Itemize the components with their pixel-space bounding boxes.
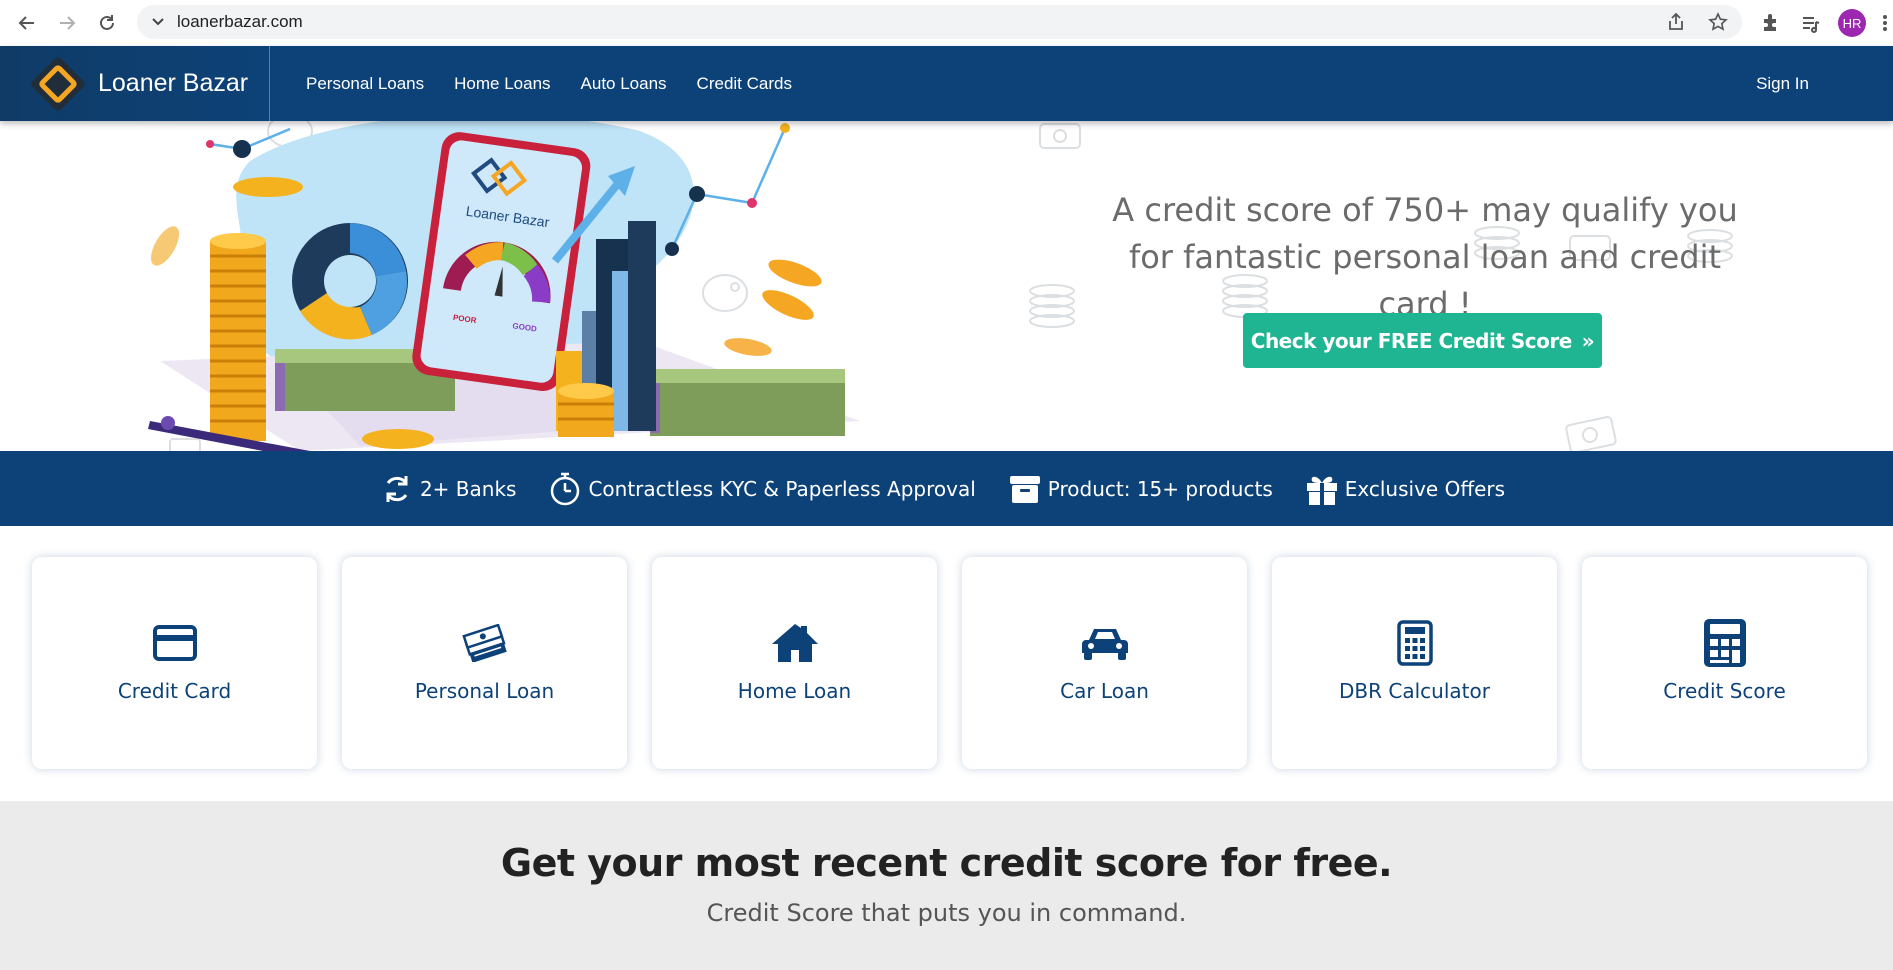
sign-in-link[interactable]: Sign In bbox=[1756, 46, 1809, 121]
card-label: Home Loan bbox=[737, 679, 852, 703]
section-subtitle: Credit Score that puts you in command. bbox=[706, 899, 1187, 927]
card-label: Car Loan bbox=[1060, 679, 1149, 703]
brand-name: Loaner Bazar bbox=[98, 69, 249, 97]
reading-list-icon[interactable] bbox=[1801, 0, 1821, 46]
extensions-icon[interactable] bbox=[1760, 0, 1780, 46]
site-info-button[interactable] bbox=[141, 5, 175, 39]
calculator-icon bbox=[1697, 615, 1753, 671]
stopwatch-icon bbox=[548, 472, 582, 506]
archive-box-icon bbox=[1008, 472, 1042, 506]
reload-button[interactable] bbox=[87, 0, 127, 46]
calculator-outline-icon bbox=[1387, 615, 1443, 671]
card-home-loan[interactable]: Home Loan bbox=[652, 557, 937, 769]
gift-icon bbox=[1305, 472, 1339, 506]
arrow-right-icon bbox=[60, 16, 76, 30]
card-dbr-calculator[interactable]: DBR Calculator bbox=[1272, 557, 1557, 769]
share-icon[interactable] bbox=[1666, 12, 1686, 32]
feature-label: 2+ Banks bbox=[419, 476, 517, 501]
double-chevron-right-icon: » bbox=[1581, 328, 1595, 353]
arrow-left-icon bbox=[18, 16, 34, 30]
nav-home-loans[interactable]: Home Loans bbox=[454, 74, 550, 94]
cta-label: Check your FREE Credit Score bbox=[1250, 328, 1573, 353]
menu-kebab-icon[interactable] bbox=[1882, 0, 1888, 46]
card-credit-score[interactable]: Credit Score bbox=[1582, 557, 1867, 769]
back-button[interactable] bbox=[7, 0, 47, 46]
credit-score-section: Get your most recent credit score for fr… bbox=[0, 801, 1893, 970]
feature-banks: 2+ Banks bbox=[380, 472, 517, 506]
card-credit-card[interactable]: Credit Card bbox=[32, 557, 317, 769]
address-bar[interactable]: loanerbazar.com bbox=[137, 5, 1742, 39]
nav-credit-cards[interactable]: Credit Cards bbox=[697, 74, 792, 94]
brand-logo-link[interactable]: Loaner Bazar bbox=[0, 46, 270, 121]
star-icon[interactable] bbox=[1708, 12, 1728, 32]
chevron-down-icon bbox=[152, 18, 164, 26]
nav-personal-loans[interactable]: Personal Loans bbox=[306, 74, 424, 94]
feature-label: Exclusive Offers bbox=[1344, 476, 1506, 501]
car-icon bbox=[1077, 615, 1133, 671]
sync-icon bbox=[380, 472, 414, 506]
forward-button[interactable] bbox=[47, 0, 87, 46]
hero-section: Loaner Bazar POOR GOOD A credit score of… bbox=[0, 121, 1893, 451]
feature-label: Contractless KYC & Paperless Approval bbox=[588, 476, 976, 501]
nav-auto-loans[interactable]: Auto Loans bbox=[581, 74, 667, 94]
site-header: Loaner Bazar Personal Loans Home Loans A… bbox=[0, 46, 1893, 121]
card-label: Credit Card bbox=[117, 679, 232, 703]
donut-chart-icon bbox=[292, 223, 408, 340]
card-personal-loan[interactable]: Personal Loan bbox=[342, 557, 627, 769]
home-icon bbox=[767, 615, 823, 671]
product-cards: Credit Card Personal Loan Home Loan Car … bbox=[0, 526, 1893, 801]
card-label: Credit Score bbox=[1663, 679, 1786, 703]
browser-toolbar: loanerbazar.com HR bbox=[0, 0, 1893, 46]
credit-card-icon bbox=[147, 615, 203, 671]
loaner-bazar-logo-icon bbox=[31, 56, 85, 111]
url-text[interactable]: loanerbazar.com bbox=[177, 12, 303, 32]
coin-stack-icon bbox=[210, 233, 266, 441]
feature-products: Product: 15+ products bbox=[1008, 472, 1273, 506]
hero-headline: A credit score of 750+ may qualify you f… bbox=[1112, 191, 1738, 323]
reload-icon bbox=[100, 15, 114, 30]
features-strip: 2+ Banks Contractless KYC & Paperless Ap… bbox=[0, 451, 1893, 526]
section-title: Get your most recent credit score for fr… bbox=[500, 841, 1393, 885]
main-nav: Personal Loans Home Loans Auto Loans Cre… bbox=[306, 46, 792, 121]
card-label: Personal Loan bbox=[414, 679, 555, 703]
profile-avatar[interactable]: HR bbox=[1838, 0, 1866, 46]
feature-offers: Exclusive Offers bbox=[1305, 472, 1505, 506]
avatar[interactable]: HR bbox=[1838, 9, 1866, 37]
check-credit-score-button[interactable]: Check your FREE Credit Score » bbox=[1243, 313, 1602, 368]
card-label: DBR Calculator bbox=[1339, 679, 1490, 703]
money-stack-icon bbox=[457, 615, 513, 671]
feature-kyc: Contractless KYC & Paperless Approval bbox=[548, 472, 976, 506]
feature-label: Product: 15+ products bbox=[1047, 476, 1273, 501]
card-car-loan[interactable]: Car Loan bbox=[962, 557, 1247, 769]
